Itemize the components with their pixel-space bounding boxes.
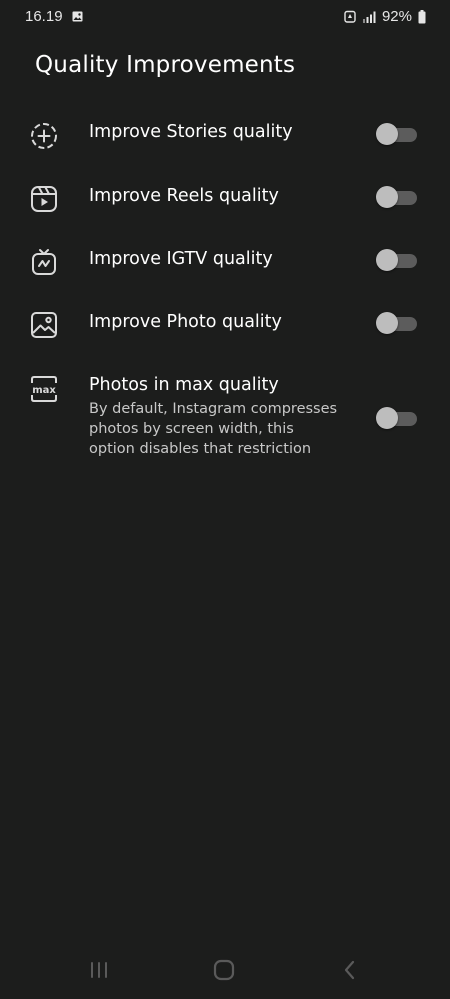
reels-icon xyxy=(31,186,57,212)
back-icon[interactable] xyxy=(338,958,362,982)
status-time: 16.19 xyxy=(25,8,63,25)
toggle-thumb xyxy=(376,249,398,271)
toggle-thumb xyxy=(376,312,398,334)
svg-text:max: max xyxy=(32,385,56,396)
setting-row-igtv[interactable]: Improve IGTV quality xyxy=(0,229,450,292)
toggle-thumb xyxy=(376,186,398,208)
setting-label: Improve Reels quality xyxy=(89,186,279,206)
setting-label: Improve Photo quality xyxy=(89,312,282,332)
max-quality-toggle[interactable] xyxy=(376,407,417,429)
setting-row-photo[interactable]: Improve Photo quality xyxy=(0,292,450,355)
igtv-icon xyxy=(32,249,56,275)
gallery-icon xyxy=(72,11,83,22)
image-icon xyxy=(31,312,57,338)
recents-icon[interactable] xyxy=(87,958,111,982)
battery-percent: 92% xyxy=(381,8,412,25)
description-line: option disables that restriction xyxy=(89,441,312,457)
stories-quality-toggle[interactable] xyxy=(376,123,417,145)
setting-row-max-quality[interactable]: max Photos in max quality By default, In… xyxy=(0,355,450,465)
page-title: Quality Improvements xyxy=(35,52,296,78)
setting-label: Improve IGTV quality xyxy=(89,249,273,269)
toggle-thumb xyxy=(376,123,398,145)
battery-icon xyxy=(418,9,426,23)
reels-quality-toggle[interactable] xyxy=(376,186,417,208)
setting-row-stories[interactable]: Improve Stories quality xyxy=(0,103,450,166)
setting-label: Photos in max quality xyxy=(89,375,279,395)
add-story-icon xyxy=(31,123,57,149)
battery-saver-icon xyxy=(344,10,356,23)
setting-label: Improve Stories quality xyxy=(89,122,293,142)
status-right-group: 92% xyxy=(344,8,426,25)
description-line: By default, Instagram compresses xyxy=(89,401,338,417)
igtv-quality-toggle[interactable] xyxy=(376,249,417,271)
status-bar: 16.19 92% xyxy=(0,0,450,34)
setting-description: By default, Instagram compresses photos … xyxy=(89,399,369,459)
navigation-bar xyxy=(0,950,450,990)
description-line: photos by screen width, this xyxy=(89,421,294,437)
setting-row-reels[interactable]: Improve Reels quality xyxy=(0,166,450,229)
home-icon[interactable] xyxy=(212,958,236,982)
toggle-thumb xyxy=(376,407,398,429)
signal-icon xyxy=(362,11,376,23)
photo-quality-toggle[interactable] xyxy=(376,312,417,334)
max-icon: max xyxy=(31,376,57,402)
